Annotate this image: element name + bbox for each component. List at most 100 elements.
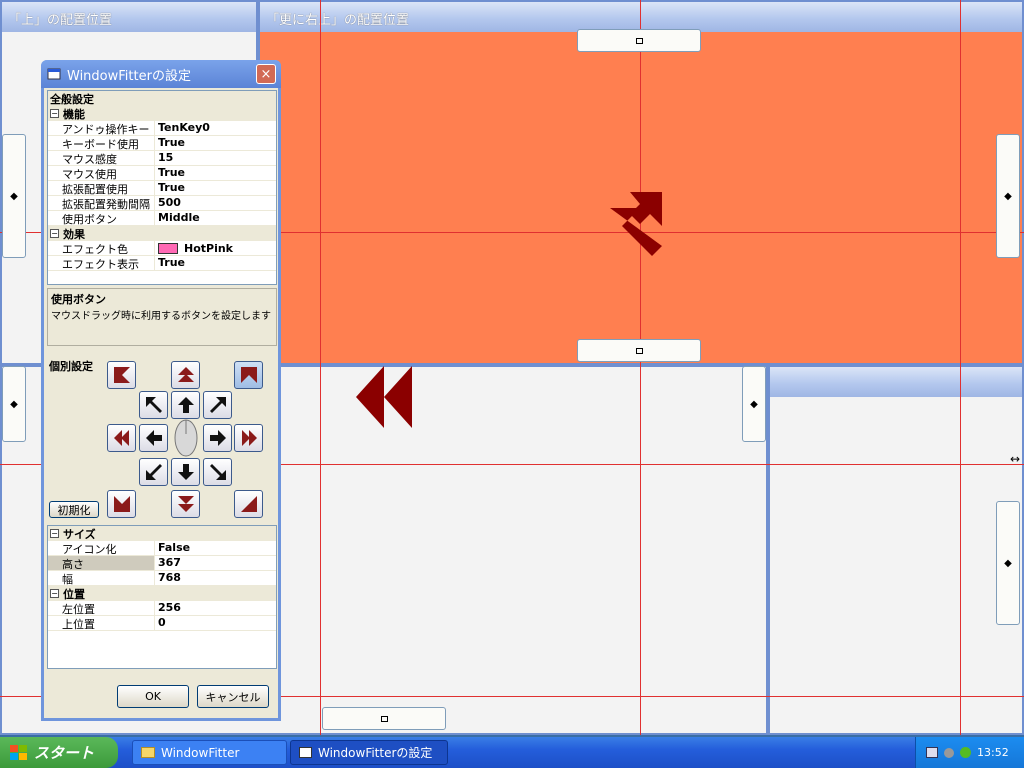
diamond-icon: ◆ [1004,557,1012,569]
handle-top[interactable] [577,29,701,52]
individual-header: 個別設定 [49,360,93,373]
button-top-edge[interactable] [171,361,200,389]
property-value[interactable]: HotPink [155,241,276,255]
property-key: 使用ボタン [48,211,155,225]
property-value[interactable]: 500 [155,196,276,210]
property-key: 拡張配置使用 [48,181,155,195]
property-key: 幅 [48,571,155,585]
windows-logo-icon [10,744,27,760]
button-right-bottom-corner[interactable] [234,490,263,518]
button-up[interactable] [171,391,200,419]
button-left[interactable] [139,424,168,452]
guide-line [960,0,961,735]
property-row[interactable]: キーボード使用 True [48,136,276,151]
property-key: 上位置 [48,616,155,630]
dialog-title: WindowFitterの設定 [67,68,191,84]
property-value[interactable]: Middle [155,211,276,225]
property-value[interactable]: True [155,256,276,270]
task-settings[interactable]: WindowFitterの設定 [290,740,448,765]
property-row[interactable]: アイコン化 False [48,541,276,556]
property-value[interactable]: 768 [155,571,276,585]
dialog-titlebar[interactable]: WindowFitterの設定 × [41,60,281,88]
button-left-edge[interactable] [107,424,136,452]
button-bottom-edge[interactable] [171,490,200,518]
double-left-icon [113,430,129,446]
size-rows: アイコン化 False 高さ 367 幅 768 [48,541,276,586]
property-row[interactable]: 幅 768 [48,571,276,586]
help-text: マウスドラッグ時に利用するボタンを設定します [51,311,271,322]
category-position[interactable]: − 位置 [48,586,276,601]
button-left-bottom-corner[interactable] [107,490,136,518]
button-down[interactable] [171,458,200,486]
collapse-icon[interactable]: − [50,589,59,598]
taskbar: スタート WindowFitter WindowFitterの設定 13:52 [0,737,1024,768]
property-value[interactable]: True [155,181,276,195]
property-value[interactable]: 367 [155,556,276,570]
collapse-icon[interactable]: − [50,109,59,118]
property-row[interactable]: 上位置 0 [48,616,276,631]
category-function[interactable]: − 機能 [48,106,276,121]
close-icon: × [260,66,272,82]
cursor-icon: ↔ [1010,452,1021,466]
property-value[interactable]: True [155,166,276,180]
category-label: 機能 [63,107,85,121]
collapse-icon[interactable]: − [50,229,59,238]
help-box: 使用ボタン マウスドラッグ時に利用するボタンを設定します [47,288,277,346]
handle-bottom-lower[interactable] [322,707,446,730]
reset-button[interactable]: 初期化 [49,501,99,518]
handle-mid[interactable]: ◆ [742,366,766,442]
ok-button[interactable]: OK [117,685,189,708]
property-row[interactable]: 拡張配置発動間隔 500 [48,196,276,211]
button-upleft[interactable] [139,391,168,419]
property-key: マウス使用 [48,166,155,180]
handle-bottom[interactable] [577,339,701,362]
start-button[interactable]: スタート [0,737,118,768]
close-button[interactable]: × [256,64,276,84]
property-row[interactable]: マウス感度 15 [48,151,276,166]
app-tray-icon[interactable] [960,747,971,758]
category-size[interactable]: − サイズ [48,526,276,541]
button-right-edge[interactable] [234,424,263,452]
button-right[interactable] [203,424,232,452]
arrow-down-icon [177,464,194,480]
property-value[interactable]: 0 [155,616,276,630]
volume-icon[interactable] [944,747,954,758]
property-key: 高さ [48,556,155,570]
arrow-downright-tri-icon [240,496,257,512]
handle-right-lower[interactable]: ◆ [996,501,1020,625]
button-left-top-corner[interactable] [107,361,136,389]
handle-left-lower[interactable]: ◆ [2,366,26,442]
property-value[interactable]: 15 [155,151,276,165]
network-icon[interactable] [926,747,938,758]
color-swatch [158,242,178,254]
button-downright[interactable] [203,458,232,486]
cancel-button[interactable]: キャンセル [197,685,269,708]
arrow-downleft-icon [145,464,162,480]
property-key: 拡張配置発動間隔 [48,196,155,210]
handle-right[interactable]: ◆ [996,134,1020,258]
handle-square-icon [380,715,388,722]
property-row[interactable]: 左位置 256 [48,601,276,616]
handle-left[interactable]: ◆ [2,134,26,258]
property-row[interactable]: アンドゥ操作キー TenKey0 [48,121,276,136]
property-row[interactable]: 拡張配置使用 True [48,181,276,196]
button-downleft[interactable] [139,458,168,486]
button-upright[interactable] [203,391,232,419]
collapse-icon[interactable]: − [50,529,59,538]
property-row[interactable]: エフェクト色 HotPink [48,241,276,256]
system-tray: 13:52 [915,737,1024,768]
task-windowfitter[interactable]: WindowFitter [132,740,287,765]
property-row[interactable]: 使用ボタン Middle [48,211,276,226]
property-value[interactable]: True [155,136,276,150]
property-row[interactable]: 高さ 367 [48,556,276,571]
window-icon [47,68,61,80]
property-row[interactable]: エフェクト表示 True [48,256,276,271]
property-value[interactable]: False [155,541,276,555]
upper-right-direction-icon [610,192,662,256]
property-value[interactable]: 256 [155,601,276,615]
property-row[interactable]: マウス使用 True [48,166,276,181]
property-value[interactable]: TenKey0 [155,121,276,135]
button-right-top-corner[interactable] [234,361,263,389]
property-key: エフェクト表示 [48,256,155,270]
category-effect[interactable]: − 効果 [48,226,276,241]
